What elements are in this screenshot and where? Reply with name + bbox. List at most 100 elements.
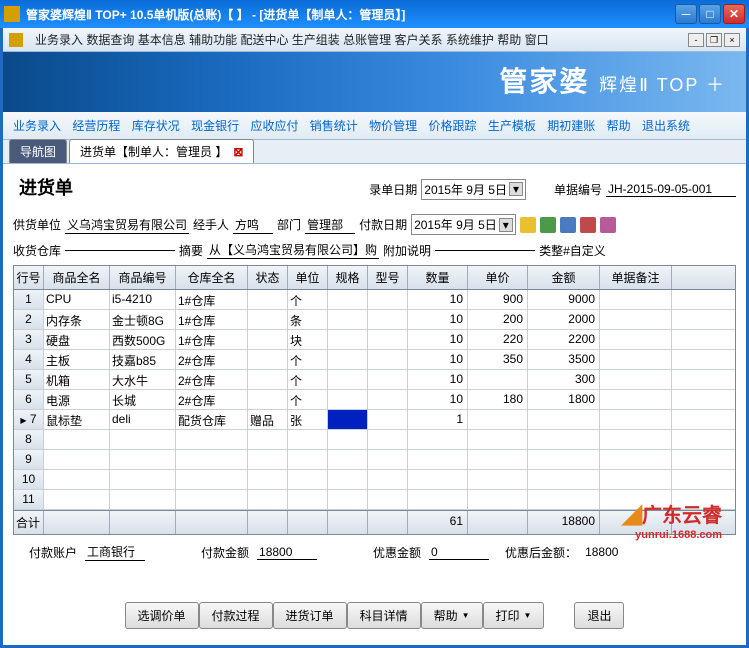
account-field[interactable]: 工商银行	[85, 543, 145, 561]
grid-cell[interactable]	[248, 450, 288, 469]
grid-cell[interactable]: 9000	[528, 290, 600, 309]
table-row[interactable]: 8	[14, 430, 735, 450]
minimize-button[interactable]: ─	[675, 4, 697, 24]
grid-cell[interactable]: 10	[408, 310, 468, 329]
grid-cell[interactable]	[600, 450, 672, 469]
grid-cell[interactable]	[600, 330, 672, 349]
menu-item[interactable]: 业务录入	[35, 33, 83, 47]
mdi-restore-button[interactable]: ❐	[706, 33, 722, 47]
row-number[interactable]: 9	[14, 450, 44, 469]
grid-cell[interactable]	[600, 390, 672, 409]
grid-cell[interactable]	[328, 490, 368, 509]
grid-cell[interactable]	[600, 370, 672, 389]
grid-cell[interactable]: 10	[408, 350, 468, 369]
maximize-button[interactable]: □	[699, 4, 721, 24]
grid-cell[interactable]: 900	[468, 290, 528, 309]
column-header[interactable]: 商品编号	[110, 266, 176, 289]
grid-cell[interactable]: 2000	[528, 310, 600, 329]
grid-cell[interactable]	[110, 450, 176, 469]
grid-cell[interactable]	[528, 430, 600, 449]
grid-cell[interactable]	[288, 490, 328, 509]
grid-cell[interactable]: 10	[408, 390, 468, 409]
row-number[interactable]: 3	[14, 330, 44, 349]
grid-cell[interactable]	[368, 310, 408, 329]
grid-cell[interactable]	[600, 490, 672, 509]
tool-icon-2[interactable]	[540, 217, 556, 233]
grid-cell[interactable]	[176, 430, 248, 449]
grid-cell[interactable]: 长城	[110, 390, 176, 409]
row-number[interactable]: 5	[14, 370, 44, 389]
grid-cell[interactable]: 1#仓库	[176, 330, 248, 349]
grid-cell[interactable]	[248, 290, 288, 309]
grid-cell[interactable]	[368, 470, 408, 489]
nav-item[interactable]: 应收应付	[246, 117, 302, 135]
column-header[interactable]: 单位	[288, 266, 328, 289]
menu-item[interactable]: 生产组装	[292, 33, 340, 47]
grid-cell[interactable]	[600, 350, 672, 369]
grid-cell[interactable]	[44, 450, 110, 469]
supplier-field[interactable]: 义乌鸿宝贸易有限公司	[65, 216, 189, 234]
grid-cell[interactable]: 180	[468, 390, 528, 409]
column-header[interactable]: 状态	[248, 266, 288, 289]
tool-icon-4[interactable]	[580, 217, 596, 233]
nav-item[interactable]: 期初建账	[543, 117, 599, 135]
grid-cell[interactable]	[44, 490, 110, 509]
grid-cell[interactable]: 条	[288, 310, 328, 329]
grid-cell[interactable]: 2#仓库	[176, 390, 248, 409]
grid-cell[interactable]	[600, 470, 672, 489]
summary-field[interactable]: 从【义乌鸿宝贸易有限公司】购	[207, 241, 379, 259]
tool-icon-1[interactable]	[520, 217, 536, 233]
grid-cell[interactable]	[368, 410, 408, 429]
menu-item[interactable]: 辅助功能	[189, 33, 237, 47]
grid-cell[interactable]	[368, 350, 408, 369]
dept-field[interactable]: 管理部	[305, 216, 355, 234]
nav-item[interactable]: 帮助	[603, 117, 635, 135]
grid-cell[interactable]	[368, 330, 408, 349]
nav-item[interactable]: 生产模板	[484, 117, 540, 135]
grid-cell[interactable]: 10	[408, 370, 468, 389]
grid-cell[interactable]	[44, 430, 110, 449]
grid-cell[interactable]	[600, 430, 672, 449]
grid-cell[interactable]	[288, 470, 328, 489]
grid-cell[interactable]	[368, 390, 408, 409]
grid-cell[interactable]: 鼠标垫	[44, 410, 110, 429]
grid-cell[interactable]: 1#仓库	[176, 290, 248, 309]
nav-item[interactable]: 经营历程	[68, 117, 124, 135]
grid-cell[interactable]: CPU	[44, 290, 110, 309]
column-header[interactable]: 商品全名	[44, 266, 110, 289]
grid-cell[interactable]: deli	[110, 410, 176, 429]
table-row[interactable]: 9	[14, 450, 735, 470]
grid-cell[interactable]	[328, 470, 368, 489]
action-button[interactable]: 帮助▼	[421, 602, 483, 629]
grid-cell[interactable]	[328, 430, 368, 449]
grid-cell[interactable]: 大水牛	[110, 370, 176, 389]
grid-cell[interactable]	[328, 330, 368, 349]
grid-cell[interactable]	[468, 450, 528, 469]
menu-item[interactable]: 基本信息	[138, 33, 186, 47]
table-row[interactable]: 11	[14, 490, 735, 510]
action-button[interactable]: 退出	[574, 602, 624, 629]
grid-cell[interactable]: 220	[468, 330, 528, 349]
grid-cell[interactable]: 内存条	[44, 310, 110, 329]
tab-close-icon[interactable]: ⊠	[233, 145, 243, 159]
grid-cell[interactable]	[288, 430, 328, 449]
grid-cell[interactable]: 赠品	[248, 410, 288, 429]
grid-cell[interactable]	[328, 290, 368, 309]
pay-amt-field[interactable]: 18800	[257, 545, 317, 560]
grid-cell[interactable]: 西数500G	[110, 330, 176, 349]
grid-cell[interactable]	[468, 430, 528, 449]
handler-field[interactable]: 方鸣	[233, 216, 273, 234]
grid-cell[interactable]	[468, 370, 528, 389]
grid-cell[interactable]	[408, 490, 468, 509]
grid-cell[interactable]	[110, 430, 176, 449]
nav-item[interactable]: 现金银行	[187, 117, 243, 135]
nav-item[interactable]: 价格跟踪	[425, 117, 481, 135]
nav-item[interactable]: 销售统计	[306, 117, 362, 135]
grid-cell[interactable]	[368, 370, 408, 389]
grid-cell[interactable]	[368, 490, 408, 509]
grid-cell[interactable]	[528, 470, 600, 489]
column-header[interactable]: 仓库全名	[176, 266, 248, 289]
grid-cell[interactable]: 个	[288, 390, 328, 409]
pay-date-field[interactable]: 2015年 9月 5日▾	[411, 214, 516, 235]
row-number[interactable]: 1	[14, 290, 44, 309]
